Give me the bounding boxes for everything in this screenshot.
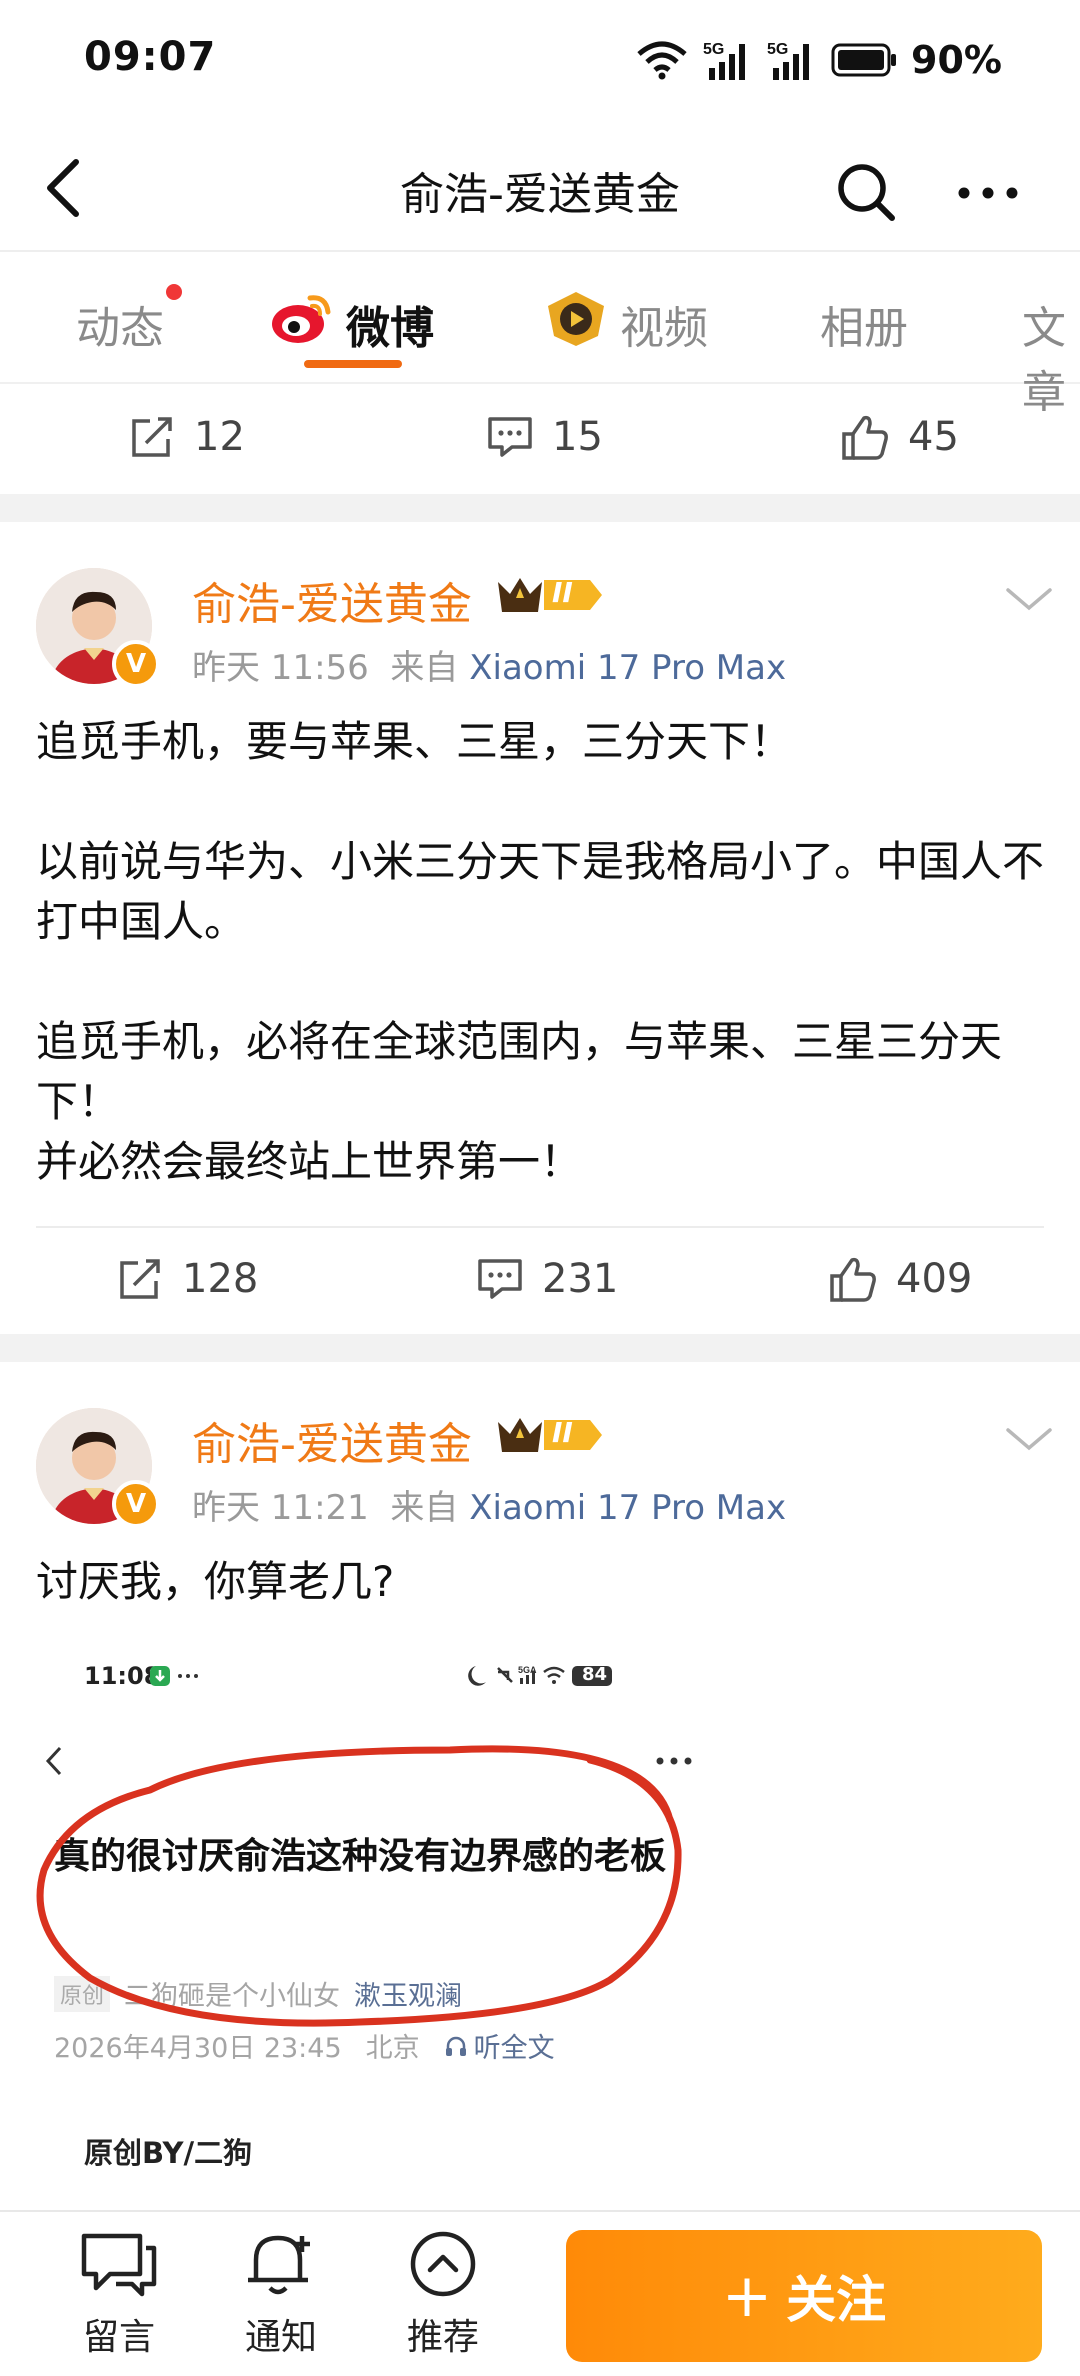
repost-icon [120, 1259, 160, 1299]
battery-percent: 90% [911, 38, 1002, 82]
post-time: 昨天 11:56 [192, 648, 369, 688]
comment-tab-button[interactable]: 留言 [64, 2230, 174, 2360]
post-meta: 昨天 11:56 来自 Xiaomi 17 Pro Max [192, 640, 786, 689]
signal-5g-icon-1: 5G [703, 41, 746, 80]
post-body-text: 讨厌我，你算老几? [36, 1557, 395, 1606]
prev-post-actions: 12 15 45 [0, 386, 1080, 496]
post-author-name[interactable]: 俞浩-爱送黄金 [192, 1408, 472, 1472]
bell-plus-icon [248, 2235, 310, 2295]
signal-5g-icon-2: 5G [767, 41, 810, 80]
comment-tab-label: 留言 [82, 2317, 155, 2358]
active-tab-indicator [304, 360, 402, 368]
post-image-screenshot[interactable]: 11:08 5GA 84 真的很讨厌俞浩这种没有边界感的老板 原创 二狗砸是个小… [36, 1640, 736, 2220]
like-button[interactable]: 45 [840, 414, 959, 460]
member-crown-icon [498, 578, 602, 612]
chevron-down-icon[interactable] [1004, 584, 1054, 614]
repost-count: 12 [194, 414, 245, 460]
status-time: 09:07 [84, 34, 217, 80]
wifi-icon [637, 41, 687, 80]
like-count: 409 [896, 1256, 973, 1302]
post-body-text: 追觅手机，要与苹果、三星，三分天下！ 以前说与华为、小米三分天下是我格局小了。中… [36, 717, 1045, 1186]
post-meta: 昨天 11:21 来自 Xiaomi 17 Pro Max [192, 1480, 786, 1529]
comment-button[interactable]: 231 [476, 1256, 618, 1302]
member-level-badge: II [552, 576, 573, 609]
like-icon [830, 1257, 876, 1302]
notify-label: 通知 [244, 2317, 317, 2358]
comment-icon [488, 417, 532, 457]
feed-divider [0, 1334, 1080, 1362]
feed-divider [0, 494, 1080, 522]
embedded-original-by: 原创BY/二狗 [84, 2136, 253, 2170]
page-title: 俞浩-爱送黄金 [400, 169, 680, 220]
repost-button[interactable]: 128 [116, 1256, 258, 1302]
comment-count: 231 [542, 1256, 619, 1302]
more-options-icon[interactable] [952, 156, 1024, 226]
weibo-logo-icon [272, 295, 331, 343]
follow-button[interactable]: + 关注 [566, 2230, 1042, 2362]
red-circle-annotation [36, 1745, 682, 2027]
post-from-label: 来自 [390, 1488, 459, 1528]
like-button[interactable]: 409 [828, 1256, 972, 1302]
recommend-label: 推荐 [406, 2317, 479, 2358]
bottom-bar: 留言 通知 推荐 + 关注 [0, 2210, 1080, 2376]
profile-tabs: 动态 微博 视频 相册 文章 [0, 252, 1080, 418]
plus-icon: + [721, 2261, 773, 2331]
embedded-download-icon [150, 1666, 198, 1686]
embedded-status-icons: 5GA [468, 1665, 612, 1686]
nav-bar: 俞浩-爱送黄金 [0, 130, 1080, 252]
notify-button[interactable]: 通知 [226, 2230, 336, 2360]
tab-video[interactable]: 视频 [620, 292, 708, 356]
search-icon[interactable] [832, 156, 902, 226]
repost-button[interactable]: 12 [128, 414, 245, 460]
like-count: 45 [908, 414, 959, 460]
svg-text:5G: 5G [767, 41, 788, 58]
post-from-label: 来自 [390, 648, 459, 688]
chevron-down-icon[interactable] [1004, 1424, 1054, 1454]
tab-album[interactable]: 相册 [820, 292, 908, 356]
post-source[interactable]: Xiaomi 17 Pro Max [469, 648, 786, 688]
comment-button[interactable]: 15 [486, 414, 603, 460]
post-author-name[interactable]: 俞浩-爱送黄金 [192, 568, 472, 632]
repost-count: 128 [182, 1256, 259, 1302]
tab-weibo[interactable]: 微博 [346, 292, 434, 356]
verified-badge: V [112, 640, 160, 688]
tab-feed[interactable]: 动态 [76, 292, 164, 356]
recommend-button[interactable]: 推荐 [388, 2230, 498, 2360]
status-icons: 5G 5G 90% [635, 36, 1002, 84]
post-card: V 俞浩-爱送黄金 II 昨天 11:56 来自 Xiaomi 17 Pro M… [0, 522, 1080, 1336]
message-icon [81, 2233, 157, 2297]
member-level-badge: II [552, 1416, 573, 1449]
unread-dot [166, 284, 182, 300]
battery-icon [831, 43, 897, 77]
verified-badge: V [112, 1480, 160, 1528]
comment-icon [478, 1259, 522, 1299]
chevron-up-circle-icon [410, 2231, 476, 2297]
svg-text:5G: 5G [703, 41, 724, 58]
follow-label: 关注 [786, 2271, 887, 2329]
like-icon [842, 415, 888, 460]
post-actions-divider [36, 1226, 1044, 1228]
member-crown-icon [498, 1418, 602, 1452]
post-source[interactable]: Xiaomi 17 Pro Max [469, 1488, 786, 1528]
video-badge-icon [548, 292, 604, 346]
embedded-battery-level: 84 [582, 1664, 608, 1685]
post-time: 昨天 11:21 [192, 1488, 369, 1528]
repost-icon [132, 417, 172, 457]
comment-count: 15 [552, 414, 603, 460]
status-bar: 09:07 5G 5G 90% [0, 0, 1080, 120]
